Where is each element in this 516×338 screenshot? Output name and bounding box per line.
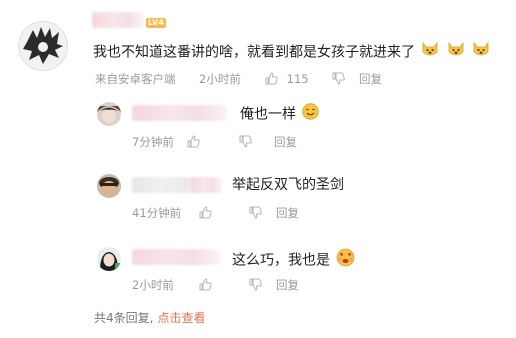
- reply-avatar[interactable]: [97, 247, 121, 271]
- reply-avatar[interactable]: [97, 102, 121, 126]
- reply-text-row: 举起反双飞的圣剑: [232, 175, 344, 195]
- reply-meta-row: 2小时前 回复: [132, 277, 432, 293]
- reply-button[interactable]: 回复: [359, 71, 382, 87]
- thumbs-down-icon: [239, 135, 252, 148]
- like-button[interactable]: 115: [265, 71, 309, 87]
- reply-username-blurred[interactable]: [132, 177, 190, 193]
- reply-button[interactable]: 回复: [274, 134, 297, 150]
- like-button[interactable]: [187, 134, 200, 150]
- reply-text-row: 这么巧，我也是: [232, 248, 355, 269]
- reply-text: 这么巧，我也是: [232, 252, 330, 269]
- thumbs-down-icon: [249, 206, 262, 219]
- user-level-badge: LV4: [146, 18, 166, 28]
- like-button[interactable]: [199, 205, 212, 221]
- reply-time: 41分钟前: [132, 206, 182, 220]
- thumbs-up-icon: [199, 206, 212, 219]
- dog-face-emoji: [447, 40, 465, 65]
- dislike-button[interactable]: [332, 71, 345, 87]
- comment-time: 2小时前: [199, 72, 241, 86]
- user-avatar[interactable]: [18, 21, 68, 71]
- reply-meta-row: 41分钟前 回复: [132, 205, 432, 221]
- dislike-button[interactable]: [249, 205, 262, 221]
- dog-face-emoji: [472, 40, 490, 65]
- reply-time: 2小时前: [132, 278, 174, 292]
- reply-username-blurred[interactable]: [132, 105, 227, 121]
- dislike-button[interactable]: [249, 277, 262, 293]
- reply-button[interactable]: 回复: [276, 277, 299, 293]
- heart-eyes-emoji: [336, 248, 355, 273]
- comment-text-row: 我也不知道这番讲的啥，就看到都是女孩子就进来了: [93, 40, 490, 62]
- dog-face-emoji: [421, 40, 439, 65]
- comment-text: 我也不知道这番讲的啥，就看到都是女孩子就进来了: [93, 44, 415, 61]
- thumbs-down-icon: [249, 278, 262, 291]
- comment-meta-row: 来自安卓客户端 2小时前 115 回复: [95, 71, 515, 87]
- reply-username-blurred[interactable]: [132, 249, 220, 265]
- comment-source: 来自安卓客户端: [95, 72, 176, 86]
- replies-count-text: 共4条回复,: [94, 311, 154, 325]
- reply-meta-row: 7分钟前 回复: [132, 134, 432, 150]
- thumbs-up-icon: [187, 135, 200, 148]
- reply-text: 俺也一样: [240, 106, 296, 123]
- reply-avatar[interactable]: [97, 174, 121, 198]
- thumbs-up-icon: [199, 278, 212, 291]
- thumbs-up-icon: [265, 72, 278, 85]
- view-replies-link[interactable]: 点击查看: [157, 311, 205, 325]
- username-blurred[interactable]: [92, 12, 144, 28]
- reply-button[interactable]: 回复: [276, 205, 299, 221]
- like-button[interactable]: [199, 277, 212, 293]
- reply-text-row: 俺也一样: [240, 103, 320, 126]
- like-count: 115: [286, 72, 309, 86]
- dislike-button[interactable]: [239, 134, 252, 150]
- thumbs-down-icon: [332, 72, 345, 85]
- reply-time: 7分钟前: [132, 135, 174, 149]
- smile-emoji: [302, 103, 320, 126]
- reply-text: 举起反双飞的圣剑: [232, 177, 344, 193]
- reply-username-blurred[interactable]: [190, 177, 222, 193]
- replies-summary: 共4条回复, 点击查看: [94, 310, 205, 326]
